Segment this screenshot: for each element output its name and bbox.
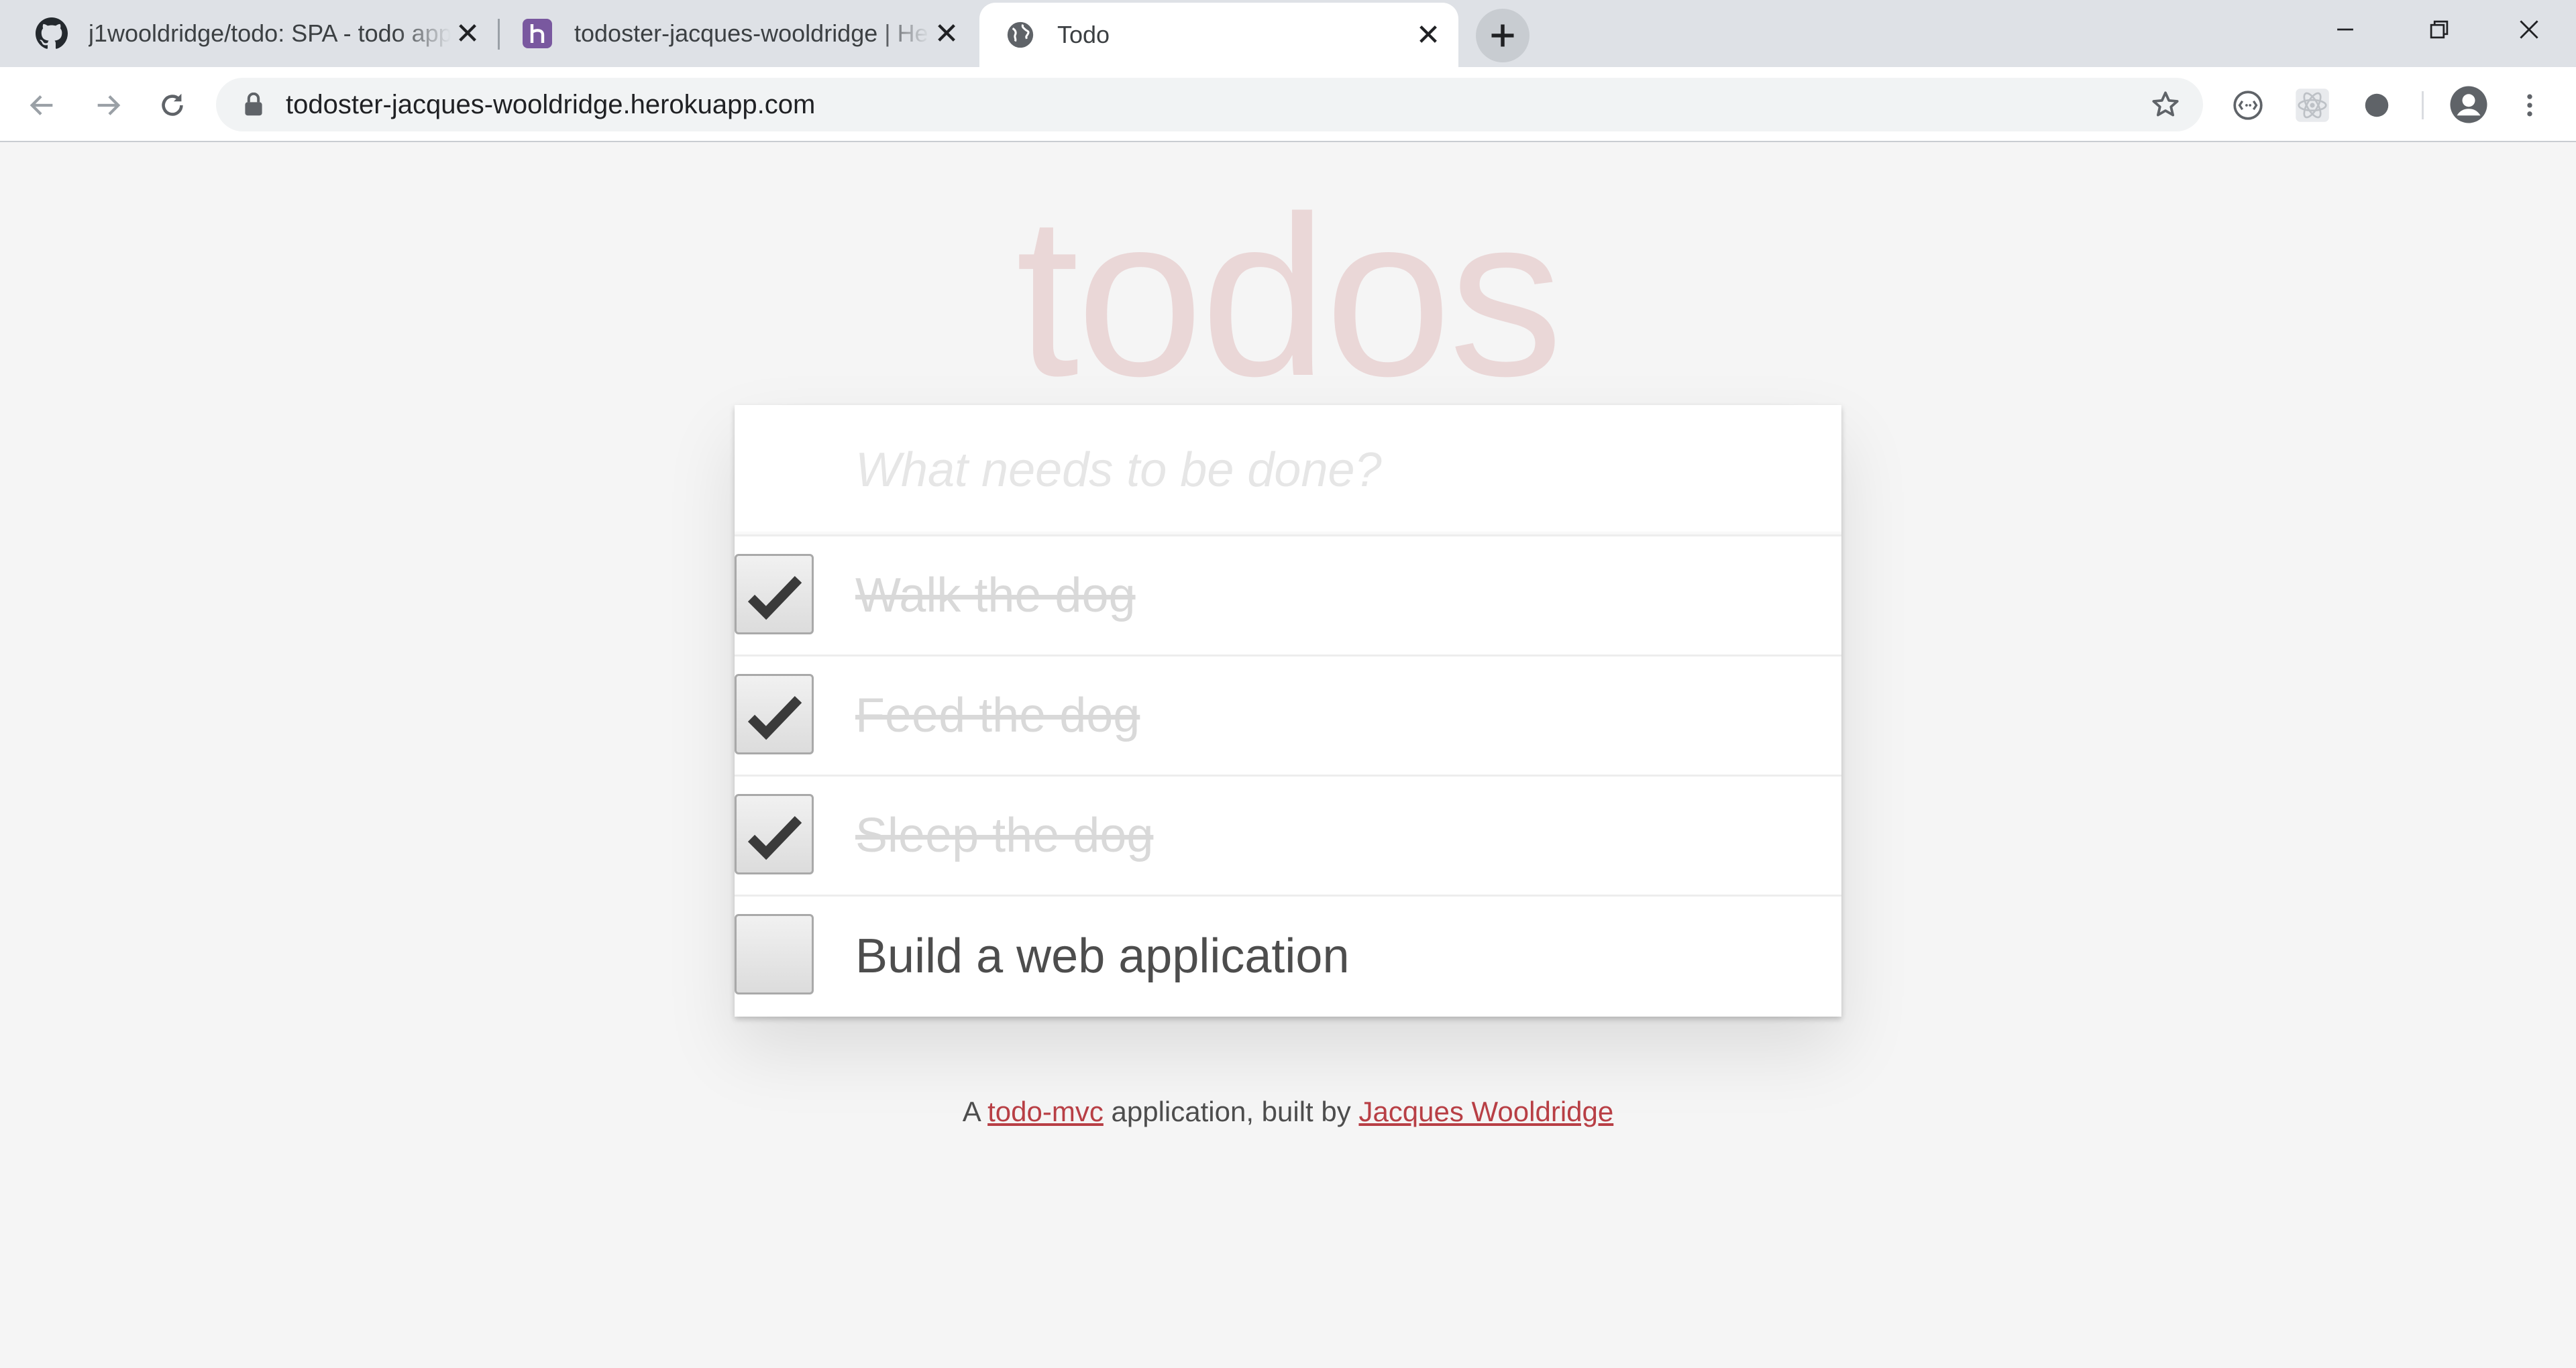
- github-icon: [35, 17, 68, 50]
- todo-label[interactable]: Walk the dog: [855, 567, 1136, 624]
- extension-icon[interactable]: [2229, 86, 2267, 125]
- address-bar[interactable]: todoster-jacques-wooldridge.herokuapp.co…: [216, 78, 2203, 131]
- arrow-left-icon: [30, 95, 53, 115]
- todo-item: Sleep the dog: [735, 777, 1841, 897]
- lock-icon: [240, 91, 267, 118]
- close-icon[interactable]: ✕: [930, 17, 963, 50]
- footer-prefix: A: [962, 1096, 988, 1127]
- checkmark-icon: [747, 816, 802, 860]
- todo-app: Walk the dog Feed the dog Sleep the dog …: [735, 405, 1841, 1017]
- browser-toolbar: todoster-jacques-wooldridge.herokuapp.co…: [0, 67, 2576, 142]
- darkmode-extension-icon[interactable]: [2357, 86, 2396, 125]
- todo-list: Walk the dog Feed the dog Sleep the dog …: [735, 536, 1841, 1017]
- footer-info: A todo-mvc application, built by Jacques…: [0, 1096, 2576, 1128]
- menu-icon[interactable]: [2510, 86, 2549, 125]
- reload-button[interactable]: [149, 82, 196, 129]
- close-window-button[interactable]: [2482, 0, 2576, 59]
- back-button[interactable]: [19, 82, 66, 129]
- author-link[interactable]: Jacques Wooldridge: [1358, 1096, 1613, 1127]
- page-content: todos Walk the dog Feed the dog Sleep t: [0, 142, 2576, 1368]
- todo-item: Build a web application: [735, 897, 1841, 1017]
- new-todo-input[interactable]: [735, 405, 1841, 536]
- todo-label[interactable]: Feed the dog: [855, 687, 1140, 744]
- todo-item: Feed the dog: [735, 657, 1841, 777]
- globe-icon: [1004, 18, 1037, 52]
- restore-icon: [2430, 20, 2449, 39]
- tab-github[interactable]: j1wooldridge/todo: SPA - todo app ✕: [35, 0, 484, 67]
- restore-button[interactable]: [2392, 0, 2486, 59]
- heroku-icon: [521, 17, 554, 50]
- url-text: todoster-jacques-wooldridge.herokuapp.co…: [286, 89, 816, 119]
- tab-title: todoster-jacques-wooldridge | Heroku: [574, 19, 930, 47]
- todo-toggle-checkbox[interactable]: [735, 914, 814, 994]
- todo-toggle-checkbox[interactable]: [735, 674, 814, 754]
- todo-label[interactable]: Sleep the dog: [855, 807, 1153, 864]
- minimize-icon: [2337, 28, 2353, 31]
- checkmark-icon: [747, 576, 802, 620]
- todo-toggle-checkbox[interactable]: [735, 554, 814, 634]
- tab-title: Todo: [1057, 21, 1110, 48]
- tab-heroku[interactable]: todoster-jacques-wooldridge | Heroku ✕: [521, 0, 963, 67]
- reload-icon: [162, 93, 183, 116]
- forward-button[interactable]: [85, 82, 131, 129]
- todo-mvc-link[interactable]: todo-mvc: [987, 1096, 1104, 1127]
- todo-toggle-checkbox[interactable]: [735, 794, 814, 874]
- close-icon[interactable]: ✕: [451, 17, 484, 50]
- tab-title: j1wooldridge/todo: SPA - todo app: [89, 19, 451, 47]
- todo-label[interactable]: Build a web application: [855, 927, 1350, 985]
- profile-icon[interactable]: [2447, 83, 2490, 126]
- new-tab-button[interactable]: [1476, 9, 1529, 62]
- close-icon: [2520, 20, 2538, 39]
- minimize-button[interactable]: [2298, 0, 2392, 59]
- react-devtools-icon[interactable]: [2293, 86, 2332, 125]
- tab-strip: j1wooldridge/todo: SPA - todo app ✕ todo…: [0, 0, 2576, 67]
- plus-icon: [1491, 24, 1514, 47]
- checkmark-icon: [747, 696, 802, 740]
- app-title: todos: [1016, 169, 1563, 424]
- star-icon[interactable]: [2148, 87, 2183, 122]
- tab-todo[interactable]: Todo ✕: [979, 3, 1458, 67]
- toolbar-divider: [2422, 91, 2424, 119]
- arrow-right-icon: [97, 95, 121, 115]
- footer-middle: application, built by: [1103, 1096, 1359, 1127]
- tab-separator: [498, 19, 500, 50]
- todo-item: Walk the dog: [735, 536, 1841, 657]
- close-icon[interactable]: ✕: [1411, 18, 1445, 52]
